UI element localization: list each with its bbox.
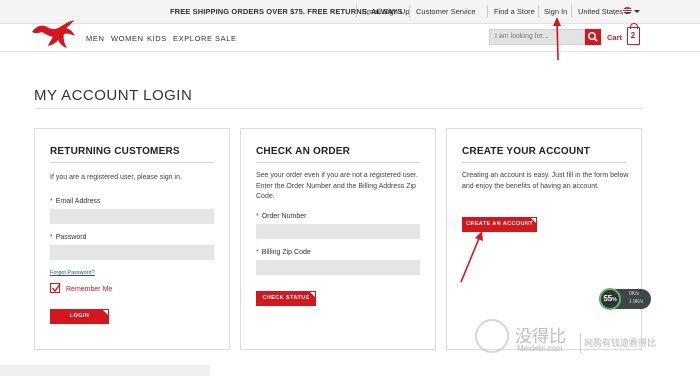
cart-link[interactable]: Cart <box>607 33 622 42</box>
cart-bag-icon[interactable]: 2 <box>627 23 640 45</box>
order-number-field[interactable] <box>256 224 420 239</box>
speed-percent-unit: % <box>612 297 617 303</box>
footer-strip <box>0 365 210 376</box>
nav-explore[interactable]: EXPLORE <box>173 34 213 43</box>
card-divider <box>50 162 214 163</box>
returning-customers-card: RETURNING CUSTOMERS If you are a registe… <box>34 128 230 350</box>
divider <box>487 5 488 17</box>
create-account-button[interactable]: CREATE AN ACCOUNT <box>462 217 537 232</box>
utility-bar: FREE SHIPPING ORDERS OVER $75. FREE RETU… <box>0 0 700 24</box>
watermark-divider <box>580 333 581 353</box>
country-selector[interactable]: United States <box>578 7 623 16</box>
password-label-text: Password <box>55 234 87 241</box>
returning-customers-title: RETURNING CUSTOMERS <box>50 146 180 157</box>
zip-code-field[interactable] <box>256 260 420 275</box>
page-title: MY ACCOUNT LOGIN <box>34 87 193 104</box>
find-store-link[interactable]: Find a Store <box>494 7 535 16</box>
card-divider <box>256 162 420 163</box>
email-field[interactable] <box>50 209 214 224</box>
nav-men[interactable]: MEN <box>86 34 104 43</box>
nav-kids[interactable]: KIDS <box>147 34 167 43</box>
search-icon <box>587 31 598 42</box>
create-account-title: CREATE YOUR ACCOUNT <box>462 146 591 157</box>
sign-in-link[interactable]: Sign In <box>544 7 567 16</box>
password-field[interactable] <box>50 245 214 260</box>
returning-intro-text: If you are a registered user, please sig… <box>50 174 182 181</box>
watermark-domain: Meidebi.com <box>517 344 563 353</box>
divider <box>538 5 539 17</box>
customer-service-link[interactable]: Customer Service <box>416 7 476 16</box>
remember-me-label[interactable]: Remember Me <box>66 286 112 293</box>
email-label-text: Email Address <box>55 198 101 205</box>
forgot-password-link[interactable]: Forgot Password? <box>50 270 95 276</box>
network-speed-widget[interactable]: 55% 0K/s 1.9K/s <box>599 288 651 310</box>
cart-count-badge: 2 <box>630 31 636 40</box>
order-number-label: * Order Number <box>256 213 307 220</box>
zip-code-label-text: Billing Zip Code <box>261 249 311 256</box>
check-order-card: CHECK AN ORDER See your order even if yo… <box>240 128 436 350</box>
remember-me-checkbox[interactable] <box>50 283 61 293</box>
check-order-intro-text: See your order even if you are not a reg… <box>256 172 418 200</box>
watermark-slogan: 网购有钱途看得比 <box>584 339 657 349</box>
login-button[interactable]: LOGIN <box>50 309 109 324</box>
checkmark-icon <box>51 283 61 293</box>
create-account-card: CREATE YOUR ACCOUNT Creating an account … <box>446 128 642 350</box>
chevron-down-icon[interactable] <box>634 10 640 13</box>
search-button[interactable] <box>585 29 601 45</box>
watermark-logo-icon <box>475 319 509 353</box>
check-order-title: CHECK AN ORDER <box>256 146 351 157</box>
puma-logo[interactable] <box>30 18 78 52</box>
create-account-intro-text: Creating an account is easy. Just fill i… <box>462 172 629 190</box>
password-label: * Password <box>50 234 87 241</box>
zip-code-label: * Billing Zip Code <box>256 249 311 256</box>
divider <box>356 5 357 17</box>
speed-percent-value: 55 <box>603 294 613 303</box>
email-signup-link[interactable]: Email Sign Up <box>362 7 410 16</box>
download-speed: 1.9K/s <box>629 299 644 305</box>
order-number-label-text: Order Number <box>261 213 307 220</box>
email-label: * Email Address <box>50 198 101 205</box>
card-divider <box>462 162 626 163</box>
us-flag-icon[interactable] <box>623 7 632 14</box>
main-header: MEN WOMEN KIDS EXPLORE SALE I am looking… <box>0 20 700 52</box>
speed-percent: 55% <box>599 288 621 310</box>
check-status-button[interactable]: CHECK STATUS <box>256 291 316 306</box>
nav-women[interactable]: WOMEN <box>111 34 144 43</box>
upload-speed: 0K/s <box>629 291 640 297</box>
divider <box>571 5 572 17</box>
title-divider <box>34 108 642 109</box>
nav-sale[interactable]: SALE <box>215 34 237 43</box>
divider <box>409 5 410 17</box>
search-input[interactable]: I am looking for... <box>489 29 585 45</box>
